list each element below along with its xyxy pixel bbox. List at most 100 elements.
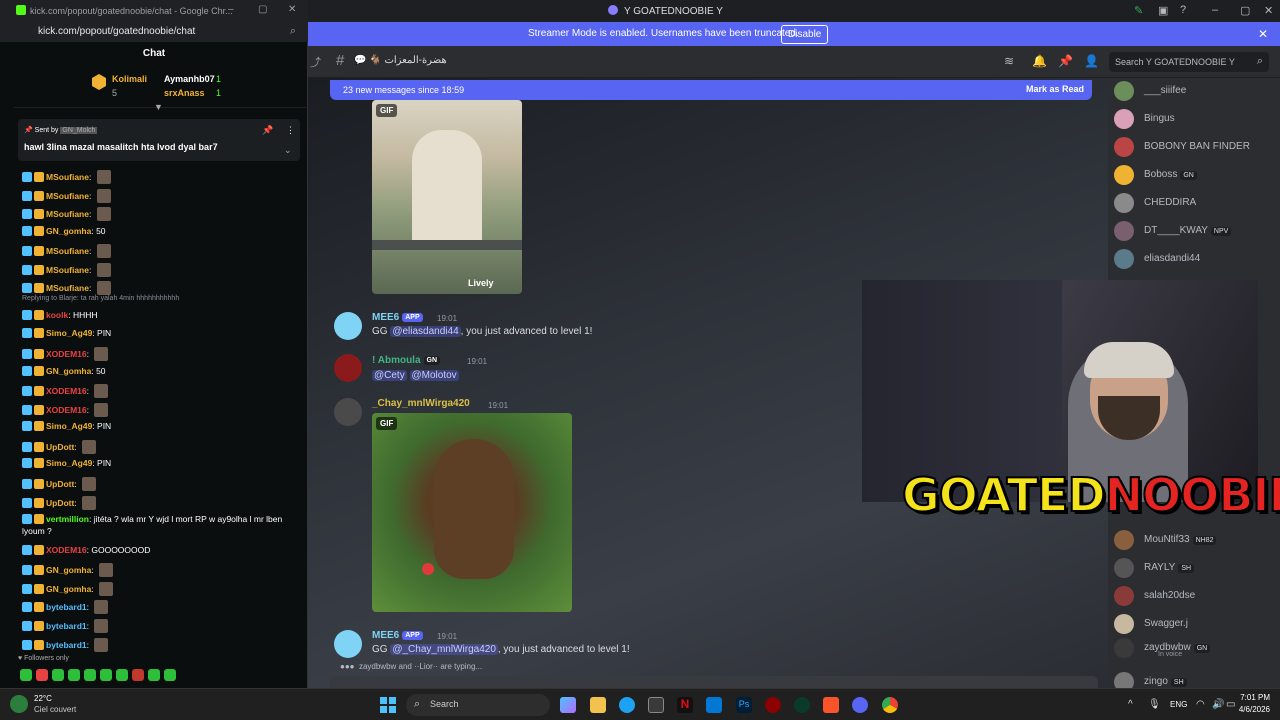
- close-icon[interactable]: ✕: [1264, 4, 1273, 17]
- file-explorer-icon[interactable]: [590, 697, 606, 713]
- maximize-icon[interactable]: ▢: [258, 4, 267, 15]
- mention[interactable]: @eliasdandi44: [390, 326, 461, 337]
- disable-button[interactable]: Disable: [781, 25, 829, 44]
- weather-temp[interactable]: 22°C: [34, 694, 52, 703]
- store-icon[interactable]: [648, 697, 664, 713]
- weather-desc[interactable]: Ciel couvert: [34, 705, 76, 714]
- chat-username[interactable]: GN_gomha: [46, 584, 91, 594]
- back-icon[interactable]: ⤴: [310, 54, 321, 70]
- member-item[interactable]: ___siiifee: [1114, 80, 1276, 102]
- leader-name[interactable]: Kolimali: [112, 74, 147, 84]
- chrome-icon[interactable]: [882, 697, 898, 713]
- emote-icon[interactable]: [84, 669, 96, 681]
- chat-username[interactable]: koolk: [46, 310, 68, 320]
- goat-gif-2[interactable]: GIF: [372, 413, 572, 612]
- wifi-icon[interactable]: ◠: [1196, 699, 1205, 710]
- chat-username[interactable]: XODEM16: [46, 405, 87, 415]
- mee6-avatar[interactable]: [334, 630, 362, 658]
- help-icon[interactable]: ?: [1180, 4, 1186, 16]
- chat-username[interactable]: MSoufiane: [46, 209, 89, 219]
- mee6-avatar[interactable]: [334, 312, 362, 340]
- taskbar-search[interactable]: ⌕ Search: [406, 694, 550, 716]
- member-item[interactable]: salah20dse: [1114, 585, 1276, 607]
- clock[interactable]: 7:01 PM 4/6/2026: [1239, 693, 1270, 714]
- message-author[interactable]: MEE6 APP: [372, 630, 423, 641]
- chat-username[interactable]: MSoufiane: [46, 172, 89, 182]
- chat-username[interactable]: MSoufiane: [46, 191, 89, 201]
- message-input[interactable]: [330, 676, 1098, 688]
- member-item[interactable]: DT____KWAY NPV: [1114, 220, 1276, 242]
- mention[interactable]: @_Chay_mnlWirga420: [390, 644, 498, 655]
- chat-username[interactable]: Simo_Ag49: [46, 458, 92, 468]
- chay-avatar[interactable]: [334, 398, 362, 426]
- chat-username[interactable]: XODEM16: [46, 349, 87, 359]
- member-item[interactable]: Swagger.j: [1114, 613, 1276, 635]
- chat-username[interactable]: bytebard1: [46, 640, 87, 650]
- close-icon[interactable]: ✕: [288, 4, 296, 15]
- server-search-input[interactable]: Search Y GOATEDNOOBIE Y ⌕: [1109, 52, 1269, 72]
- chat-username[interactable]: UpDott: [46, 479, 74, 489]
- chat-username[interactable]: UpDott: [46, 498, 74, 508]
- chevron-up-icon[interactable]: ^: [1128, 699, 1133, 710]
- emote-icon[interactable]: [52, 669, 64, 681]
- chevron-down-icon[interactable]: ⌄: [284, 145, 292, 156]
- pin-icon[interactable]: 📌: [262, 125, 273, 136]
- chat-username[interactable]: bytebard1: [46, 602, 87, 612]
- emote-icon[interactable]: [68, 669, 80, 681]
- member-item[interactable]: Boboss GN: [1114, 164, 1276, 186]
- inbox-icon[interactable]: ▣: [1158, 4, 1168, 17]
- brave-icon[interactable]: [823, 697, 839, 713]
- maximize-icon[interactable]: ▢: [1240, 4, 1250, 17]
- minimize-icon[interactable]: –: [228, 4, 234, 15]
- start-button[interactable]: [380, 697, 396, 713]
- member-item[interactable]: MouNtif33 NH82: [1114, 529, 1276, 551]
- member-item[interactable]: BOBONY BAN FINDER: [1114, 136, 1276, 158]
- goat-gif-1[interactable]: GIF Lively: [372, 100, 522, 294]
- message-author[interactable]: MEE6 APP: [372, 312, 423, 323]
- emote-bar[interactable]: [20, 668, 180, 682]
- language-indicator[interactable]: ENG: [1170, 700, 1187, 709]
- chat-username[interactable]: Simo_Ag49: [46, 328, 92, 338]
- photoshop-icon[interactable]: Ps: [736, 697, 752, 713]
- chat-username[interactable]: MSoufiane: [46, 265, 89, 275]
- leader-name[interactable]: srxAnass: [164, 88, 205, 98]
- pin-icon[interactable]: 📌: [1058, 54, 1073, 68]
- chat-username[interactable]: bytebard1: [46, 621, 87, 631]
- threads-icon[interactable]: ≋: [1004, 54, 1014, 68]
- battery-icon[interactable]: ▭: [1226, 699, 1235, 710]
- member-item[interactable]: Bingus: [1114, 108, 1276, 130]
- message-author[interactable]: ! Abmoula GN: [372, 355, 441, 366]
- chat-username[interactable]: XODEM16: [46, 386, 87, 396]
- mark-as-read-button[interactable]: Mark as Read: [1026, 84, 1084, 94]
- member-item[interactable]: zaydbwbw GN In voice: [1114, 637, 1276, 659]
- weather-icon[interactable]: [10, 695, 28, 713]
- leader-name[interactable]: Aymanhb07: [164, 74, 215, 84]
- search-icon[interactable]: ⌕: [290, 25, 296, 38]
- emote-icon[interactable]: [116, 669, 128, 681]
- expand-icon[interactable]: ▼: [154, 102, 163, 112]
- chat-username[interactable]: GN_gomha: [46, 226, 91, 236]
- volume-icon[interactable]: 🔊: [1212, 699, 1224, 710]
- chat-username[interactable]: MSoufiane: [46, 283, 89, 293]
- emote-icon[interactable]: [148, 669, 160, 681]
- upwork-icon[interactable]: [794, 697, 810, 713]
- members-icon[interactable]: 👤: [1084, 54, 1099, 68]
- nitro-icon[interactable]: ✎: [1134, 4, 1143, 17]
- emote-icon[interactable]: [20, 669, 32, 681]
- chat-username[interactable]: Simo_Ag49: [46, 421, 92, 431]
- member-item[interactable]: RAYLY SH: [1114, 557, 1276, 579]
- more-icon[interactable]: ⋮: [286, 125, 295, 136]
- chat-username[interactable]: MSoufiane: [46, 246, 89, 256]
- emote-icon[interactable]: [132, 669, 144, 681]
- discord-icon[interactable]: [852, 697, 868, 713]
- app-icon[interactable]: [706, 697, 722, 713]
- chat-username[interactable]: GN_gomha: [46, 565, 91, 575]
- edge-icon[interactable]: [619, 697, 635, 713]
- mention[interactable]: @Molotov: [409, 370, 459, 381]
- abmoula-avatar[interactable]: [334, 354, 362, 382]
- app-icon[interactable]: [765, 697, 781, 713]
- chat-username[interactable]: GN_gomha: [46, 366, 91, 376]
- member-item[interactable]: eliasdandi44: [1114, 248, 1276, 270]
- copilot-icon[interactable]: [560, 697, 576, 713]
- emote-icon[interactable]: [100, 669, 112, 681]
